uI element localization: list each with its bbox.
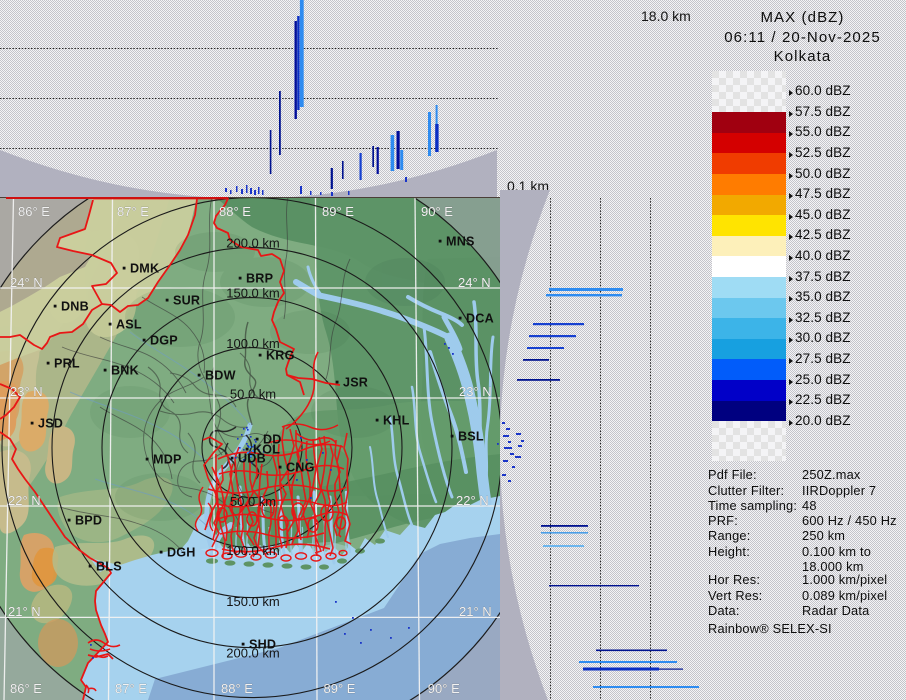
svg-text:89° E: 89° E [324, 681, 356, 696]
svg-text:CNG: CNG [286, 461, 315, 475]
svg-text:89° E: 89° E [322, 204, 354, 219]
svg-text:SHD: SHD [249, 638, 276, 652]
svg-text:87° E: 87° E [115, 681, 147, 696]
svg-text:150.0 km: 150.0 km [226, 594, 279, 609]
svg-text:86° E: 86° E [10, 681, 42, 696]
svg-text:BPD: BPD [75, 514, 102, 528]
svg-text:22° N: 22° N [8, 493, 41, 508]
svg-text:BNK: BNK [111, 364, 139, 378]
svg-text:200.0 km: 200.0 km [226, 236, 279, 251]
svg-text:UDB: UDB [238, 452, 266, 466]
svg-text:150.0 km: 150.0 km [226, 286, 279, 301]
svg-text:22° N: 22° N [456, 493, 489, 508]
svg-text:50.0 km: 50.0 km [230, 494, 276, 509]
svg-text:DGH: DGH [167, 546, 196, 560]
svg-text:PRL: PRL [54, 357, 80, 371]
svg-text:MNS: MNS [446, 235, 475, 249]
svg-text:86° E: 86° E [18, 204, 50, 219]
svg-text:90° E: 90° E [428, 681, 460, 696]
svg-text:50.0 km: 50.0 km [230, 387, 276, 402]
svg-text:BLS: BLS [96, 560, 122, 574]
svg-text:BDW: BDW [205, 369, 236, 383]
svg-text:23° N: 23° N [10, 384, 43, 399]
svg-text:BRP: BRP [246, 272, 273, 286]
svg-text:87° E: 87° E [117, 204, 149, 219]
svg-text:JSR: JSR [343, 376, 368, 390]
svg-text:24° N: 24° N [458, 275, 491, 290]
svg-text:DNB: DNB [61, 300, 89, 314]
svg-text:21° N: 21° N [8, 604, 41, 619]
svg-text:ASL: ASL [116, 318, 142, 332]
svg-text:24° N: 24° N [10, 275, 43, 290]
svg-text:BSL: BSL [458, 430, 484, 444]
svg-text:100.0 km: 100.0 km [226, 543, 279, 558]
svg-text:KHL: KHL [383, 414, 410, 428]
svg-text:23° N: 23° N [459, 384, 492, 399]
svg-text:DCA: DCA [466, 312, 494, 326]
svg-text:DGP: DGP [150, 334, 178, 348]
svg-text:MDP: MDP [153, 453, 182, 467]
svg-text:KRG: KRG [266, 349, 295, 363]
svg-text:21° N: 21° N [459, 604, 492, 619]
svg-text:JSD: JSD [38, 417, 63, 431]
svg-text:SUR: SUR [173, 294, 200, 308]
svg-text:88° E: 88° E [221, 681, 253, 696]
svg-text:88° E: 88° E [219, 204, 251, 219]
svg-text:DMK: DMK [130, 262, 159, 276]
svg-text:90° E: 90° E [421, 204, 453, 219]
